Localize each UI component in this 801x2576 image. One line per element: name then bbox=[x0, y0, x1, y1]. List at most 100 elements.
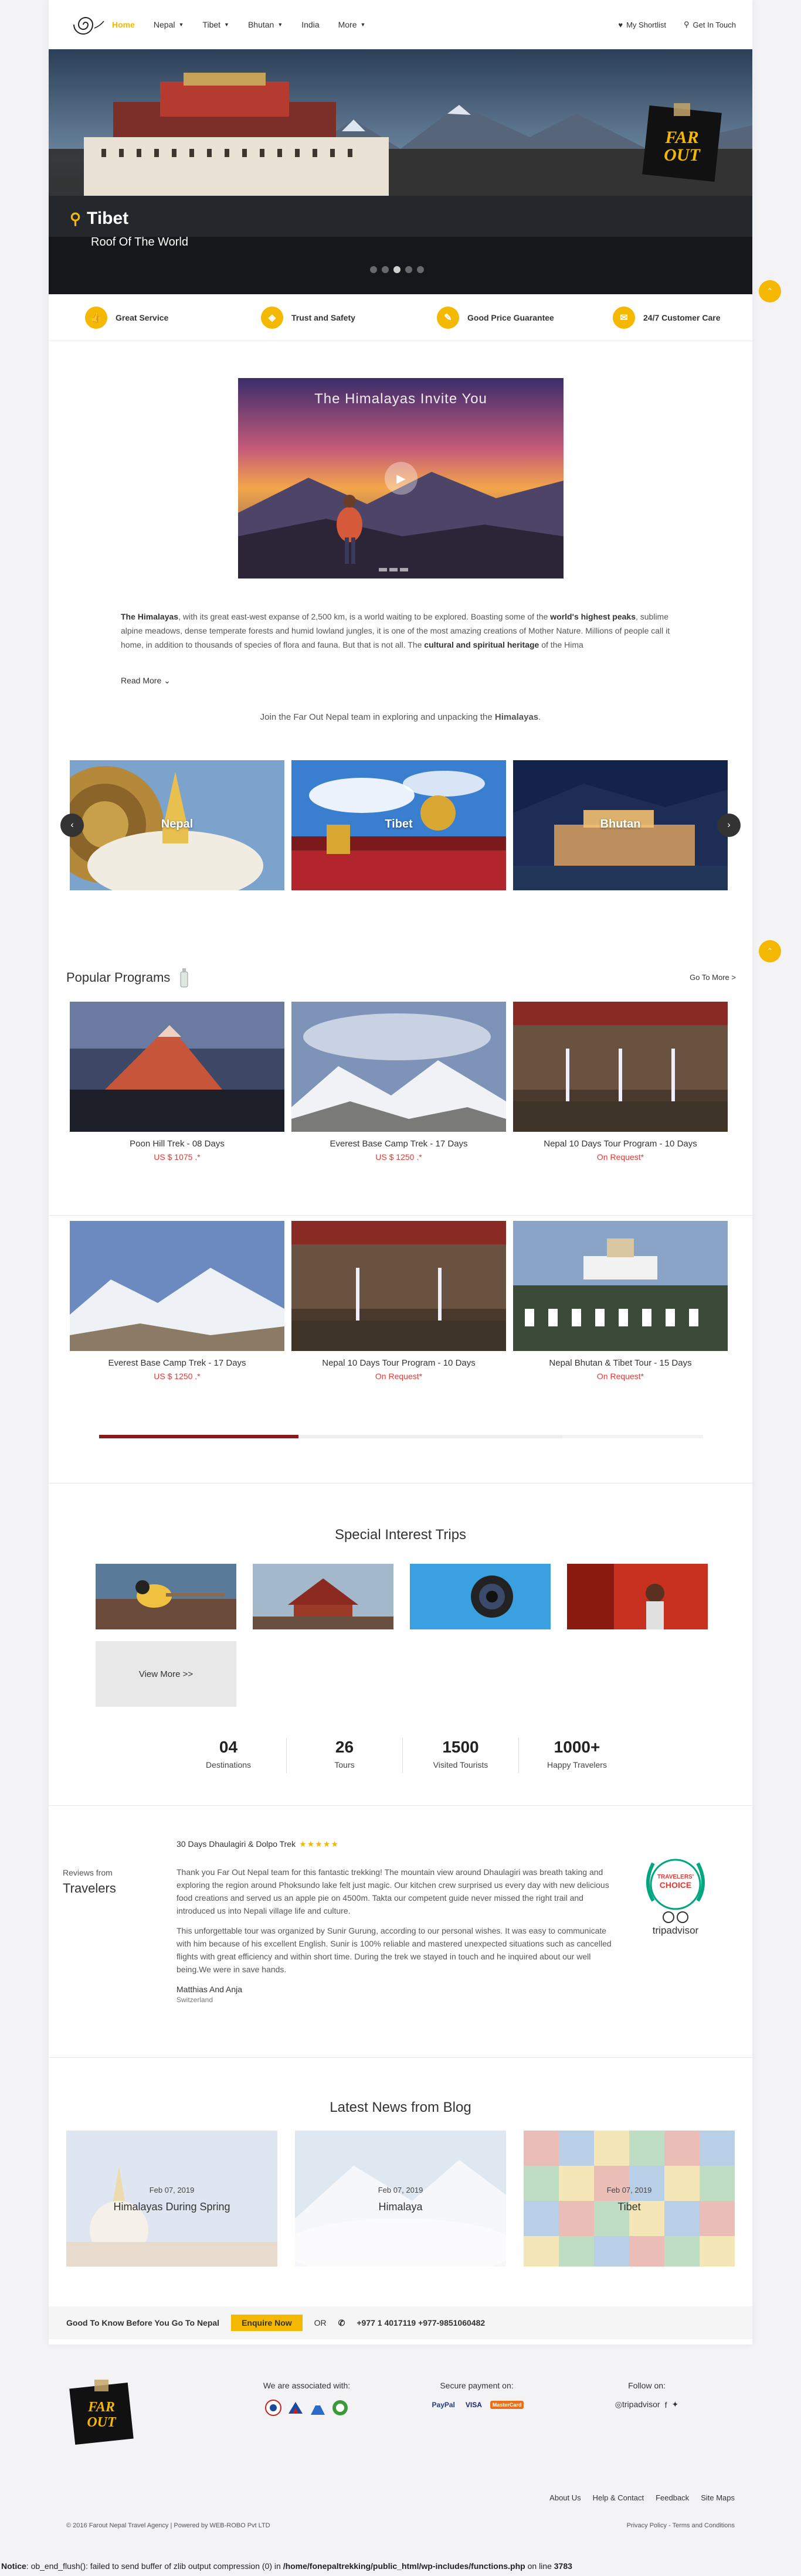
destination-card-tibet[interactable]: Tibet bbox=[291, 760, 506, 890]
review-paragraph: Thank you Far Out Nepal team for this fa… bbox=[177, 1867, 609, 1915]
hero-title: Tibet bbox=[87, 209, 129, 228]
program-name: Everest Base Camp Trek - 17 Days bbox=[108, 1358, 246, 1368]
slider-next-button[interactable]: › bbox=[717, 814, 741, 837]
destination-card-bhutan[interactable]: Bhutan bbox=[513, 760, 728, 890]
slider-dot-active[interactable] bbox=[393, 266, 400, 273]
ta-badge-line1: TRAVELERS' bbox=[657, 1874, 694, 1880]
floating-action-button[interactable]: ⌃ bbox=[759, 280, 781, 302]
blog-date: Feb 07, 2019 bbox=[378, 2186, 423, 2194]
site-logo[interactable] bbox=[65, 7, 106, 42]
stat-tours: 26 Tours bbox=[287, 1738, 403, 1773]
program-card[interactable]: Nepal Bhutan & Tibet Tour - 15 Days On R… bbox=[513, 1221, 728, 1381]
special-interest-card[interactable] bbox=[567, 1564, 708, 1629]
intro-video[interactable]: The Himalayas Invite You ▶ bbox=[238, 378, 564, 579]
facebook-icon[interactable]: f bbox=[665, 2400, 667, 2410]
tripadvisor-icon[interactable]: ◎tripadvisor bbox=[615, 2400, 660, 2410]
program-card[interactable]: Everest Base Camp Trek - 17 Days US $ 12… bbox=[70, 1221, 284, 1381]
enquiry-bar: Good To Know Before You Go To Nepal Enqu… bbox=[49, 2306, 752, 2339]
slider-prev-button[interactable]: ‹ bbox=[60, 814, 84, 837]
go-to-more-label: Go To More > bbox=[690, 973, 736, 982]
phone-icon: ✆ bbox=[338, 2318, 345, 2327]
blog-post-title: Himalayas During Spring bbox=[113, 2201, 230, 2213]
footer-link-sitemap[interactable]: Site Maps bbox=[701, 2493, 735, 2502]
blog-card[interactable]: Feb 07, 2019 Tibet bbox=[524, 2131, 735, 2267]
reviewer-country: Switzerland bbox=[177, 1996, 213, 2004]
play-icon[interactable]: ▶ bbox=[385, 462, 418, 495]
stat-destinations: 04 Destinations bbox=[171, 1738, 287, 1773]
programs-row: Poon Hill Trek - 08 Days US $ 1075 .* Ev… bbox=[70, 1002, 728, 1162]
read-more-label: Read More bbox=[121, 676, 162, 685]
ta-badge-brand: tripadvisor bbox=[653, 1925, 699, 1936]
site-footer: FAR OUT We are associated with: Secure p… bbox=[49, 2350, 752, 2526]
intro-bold: cultural and spiritual heritage bbox=[424, 640, 539, 649]
join-text-end: . bbox=[538, 712, 541, 722]
nav-bhutan[interactable]: Bhutan ▼ bbox=[248, 20, 283, 29]
shortlist-link[interactable]: ♥ My Shortlist bbox=[618, 20, 666, 29]
program-price: On Request* bbox=[596, 1152, 644, 1162]
enquire-now-button[interactable]: Enquire Now bbox=[231, 2315, 303, 2331]
blog-row: Feb 07, 2019 Himalayas During Spring Feb… bbox=[66, 2131, 735, 2267]
stat-number: 1500 bbox=[442, 1738, 479, 1756]
secure-payment: Secure payment on: PayPal VISA MasterCar… bbox=[418, 2381, 535, 2410]
blog-image bbox=[524, 2131, 735, 2267]
program-image bbox=[291, 1002, 506, 1132]
tripadvisor-label: tripadvisor bbox=[622, 2400, 660, 2409]
blog-date: Feb 07, 2019 bbox=[149, 2186, 195, 2194]
special-interest-card[interactable] bbox=[253, 1564, 393, 1629]
footer-link-feedback[interactable]: Feedback bbox=[656, 2493, 689, 2502]
nav-more[interactable]: More ▼ bbox=[338, 20, 366, 29]
nav-tibet[interactable]: Tibet ▼ bbox=[202, 20, 229, 29]
slider-dot[interactable] bbox=[417, 266, 424, 273]
read-more-link[interactable]: Read More ⌄ bbox=[121, 676, 171, 686]
go-to-more-link[interactable]: Go To More > bbox=[690, 973, 736, 982]
reviews-heading: Reviews from Travelers bbox=[63, 1868, 116, 1896]
view-more-label: View More >> bbox=[138, 1669, 194, 1679]
nav-home[interactable]: Home bbox=[112, 20, 135, 29]
footer-logo[interactable]: FAR OUT bbox=[66, 2377, 137, 2448]
nav-india[interactable]: India bbox=[301, 20, 319, 29]
slider-dot[interactable] bbox=[370, 266, 377, 273]
notice-line-number: 3783 bbox=[554, 2561, 572, 2571]
special-interest-card[interactable] bbox=[96, 1564, 236, 1629]
intro-bold: world's highest peaks bbox=[550, 612, 636, 621]
policy-links[interactable]: Privacy Policy - Terms and Conditions bbox=[627, 2522, 735, 2529]
nav-nepal[interactable]: Nepal ▼ bbox=[154, 20, 184, 29]
program-card[interactable]: Nepal 10 Days Tour Program - 10 Days On … bbox=[513, 1002, 728, 1162]
special-interest-card[interactable] bbox=[410, 1564, 551, 1629]
twitter-icon[interactable]: ✦ bbox=[671, 2400, 678, 2410]
program-card[interactable]: Nepal 10 Days Tour Program - 10 Days On … bbox=[291, 1221, 506, 1381]
page-wrapper: Home Nepal ▼ Tibet ▼ Bhutan ▼ India More ▼ ♥… bbox=[49, 0, 752, 2344]
tripadvisor-badge[interactable]: TRAVELERS' CHOICE tripadvisor bbox=[636, 1854, 715, 1937]
footer-link-about[interactable]: About Us bbox=[549, 2493, 581, 2502]
divider bbox=[49, 2057, 752, 2058]
program-name: Everest Base Camp Trek - 17 Days bbox=[330, 1139, 468, 1149]
stat-label: Happy Travelers bbox=[547, 1760, 607, 1769]
feature-trust-safety: ◈ Trust and Safety bbox=[225, 306, 400, 329]
copyright-text: © 2016 Farout Nepal Travel Agency | Powe… bbox=[66, 2522, 270, 2529]
slider-dot[interactable] bbox=[405, 266, 412, 273]
blog-card[interactable]: Feb 07, 2019 Himalaya bbox=[295, 2131, 506, 2267]
join-text-part: Join the Far Out Nepal team in exploring… bbox=[260, 712, 495, 722]
paypal-icon: PayPal bbox=[432, 2401, 455, 2409]
special-interest-image bbox=[96, 1564, 236, 1629]
reviews-heading-main: Travelers bbox=[63, 1881, 116, 1896]
thumbs-up-icon: 👍 bbox=[85, 306, 107, 329]
feature-customer-care: ✉ 24/7 Customer Care bbox=[576, 306, 752, 329]
slider-dot[interactable] bbox=[382, 266, 389, 273]
secure-heading: Secure payment on: bbox=[440, 2381, 514, 2390]
get-in-touch-link[interactable]: ⚲ Get In Touch bbox=[684, 20, 736, 29]
program-card[interactable]: Poon Hill Trek - 08 Days US $ 1075 .* bbox=[70, 1002, 284, 1162]
destination-card-nepal[interactable]: Nepal bbox=[70, 760, 284, 890]
blog-card[interactable]: Feb 07, 2019 Himalayas During Spring bbox=[66, 2131, 277, 2267]
view-more-button[interactable]: View More >> bbox=[96, 1641, 236, 1707]
special-interest-image bbox=[253, 1564, 393, 1629]
association-logo-icon bbox=[332, 2400, 348, 2415]
program-card[interactable]: Everest Base Camp Trek - 17 Days US $ 12… bbox=[291, 1002, 506, 1162]
enquiry-phone[interactable]: +977 1 4017119 +977-9851060482 bbox=[357, 2318, 485, 2327]
notice-text: : ob_end_flush(): failed to send buffer … bbox=[26, 2561, 283, 2571]
program-image bbox=[70, 1002, 284, 1132]
stat-number: 04 bbox=[219, 1738, 238, 1756]
floating-action-button[interactable]: ⌃ bbox=[759, 940, 781, 962]
footer-link-help[interactable]: Help & Contact bbox=[593, 2493, 644, 2502]
stat-label: Visited Tourists bbox=[433, 1760, 488, 1769]
